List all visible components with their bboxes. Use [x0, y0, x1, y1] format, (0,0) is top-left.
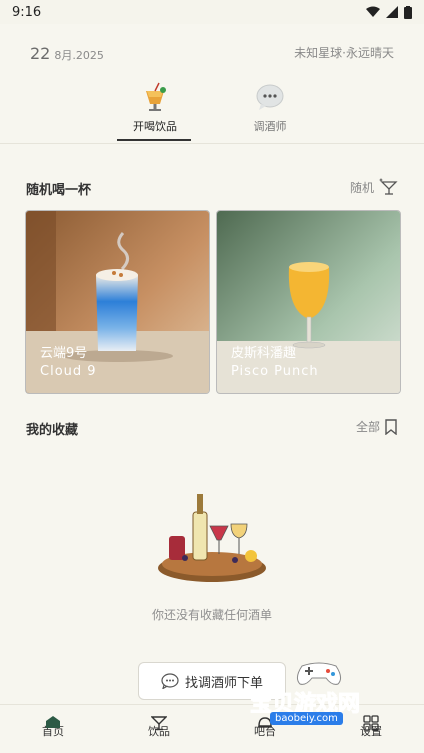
empty-bar-illustration	[158, 494, 266, 582]
favorites-empty-text: 你还没有收藏任何酒单	[151, 608, 272, 622]
watermark-url: baobeiy.com	[270, 712, 343, 725]
tab-bartender[interactable]: 调酒师	[230, 80, 310, 144]
cloud9-name-en: Cloud 9	[40, 364, 97, 379]
drink-card-cloud9[interactable]: 云端9号 Cloud 9	[25, 210, 210, 394]
date-display: 22 8月.2025	[30, 44, 104, 63]
pisco-name-zh: 皮斯科潘趣	[231, 346, 297, 361]
random-button[interactable]: 随机	[350, 178, 398, 196]
cocktail-icon	[140, 82, 170, 112]
weather-text: 未知星球·永远晴天	[294, 46, 394, 60]
header-divider	[0, 143, 424, 144]
date-month: 8月.2025	[54, 49, 104, 62]
chat-bubble-icon	[255, 82, 285, 112]
cloud9-name-zh: 云端9号	[40, 346, 88, 361]
favorites-section-title: 我的收藏	[26, 423, 79, 438]
signal-icon	[386, 6, 398, 18]
header: 22 8月.2025 未知星球·永远晴天 开喝饮品 调酒师	[0, 24, 424, 144]
tab-bartender-label: 调酒师	[253, 120, 287, 133]
favorites-all-button[interactable]: 全部	[356, 418, 398, 435]
active-tab-indicator	[117, 139, 191, 141]
pisco-name-en: Pisco Punch	[231, 364, 319, 379]
nav-home[interactable]: 首页	[13, 709, 93, 739]
wifi-icon	[366, 6, 380, 17]
status-bar: 9:16	[0, 0, 424, 24]
random-section-title: 随机喝一杯	[26, 183, 92, 198]
drink-card-pisco-punch[interactable]: 皮斯科潘趣 Pisco Punch	[216, 210, 401, 394]
date-day: 22	[30, 44, 51, 63]
favorites-all-label: 全部	[355, 420, 380, 434]
chat-icon	[161, 673, 179, 689]
top-tabs: 开喝饮品 调酒师	[0, 80, 424, 144]
random-button-label: 随机	[349, 180, 374, 195]
battery-icon	[404, 5, 412, 19]
status-time: 9:16	[12, 4, 42, 20]
home-icon	[46, 716, 60, 728]
martini-sparkle-icon	[379, 178, 398, 195]
nav-drinks[interactable]: 饮品	[119, 709, 199, 739]
watermark: 宝贝游戏网 baobeiy.com	[249, 656, 424, 736]
tab-drinks[interactable]: 开喝饮品	[115, 80, 195, 144]
gamepad-icon	[296, 662, 342, 685]
bookmark-icon	[385, 418, 397, 435]
status-icons	[366, 5, 412, 19]
tab-drinks-label: 开喝饮品	[133, 120, 177, 133]
martini-icon	[151, 716, 167, 731]
